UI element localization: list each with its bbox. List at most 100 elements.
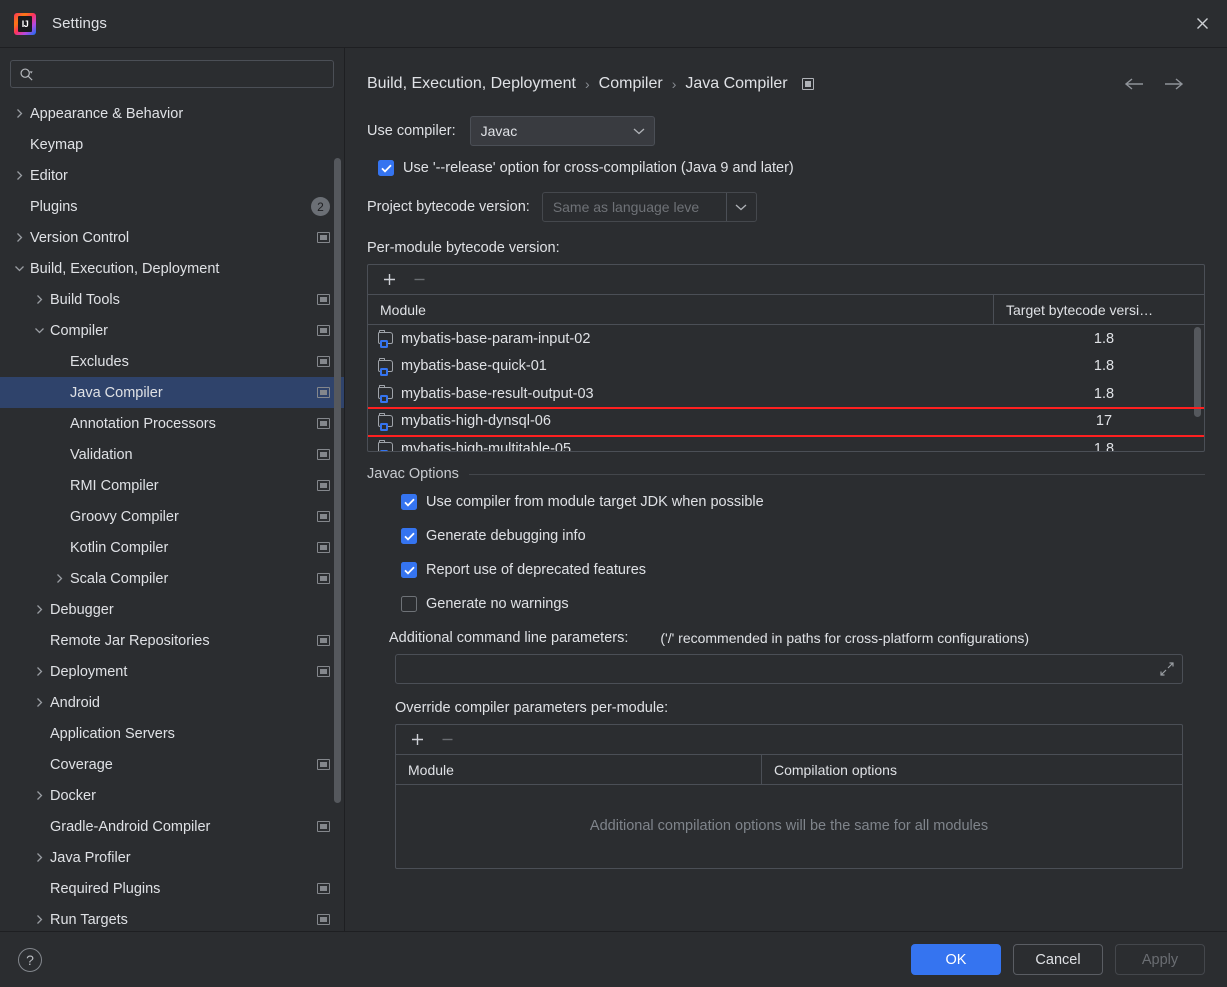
sidebar-item-java-compiler[interactable]: Java Compiler bbox=[0, 377, 344, 408]
chevron-down-icon[interactable] bbox=[28, 325, 50, 336]
use-compiler-label: Use compiler: bbox=[367, 123, 456, 139]
sidebar-item-deployment[interactable]: Deployment bbox=[0, 656, 344, 687]
column-header-compilation-options[interactable]: Compilation options bbox=[762, 762, 1182, 778]
chevron-right-icon[interactable] bbox=[28, 666, 50, 677]
sidebar-item-validation[interactable]: Validation bbox=[0, 439, 344, 470]
sidebar-item-run-targets[interactable]: Run Targets bbox=[0, 904, 344, 931]
per-module-remove-button[interactable] bbox=[406, 268, 432, 292]
sidebar-item-label: Application Servers bbox=[50, 725, 175, 742]
sidebar-item-label: Appearance & Behavior bbox=[30, 105, 184, 122]
table-row[interactable]: mybatis-base-quick-01 1.8 bbox=[368, 353, 1204, 381]
sidebar-item-required-plugins[interactable]: Required Plugins bbox=[0, 873, 344, 904]
sidebar-item-application-servers[interactable]: Application Servers bbox=[0, 718, 344, 749]
chevron-right-icon[interactable] bbox=[28, 294, 50, 305]
override-params-label: Override compiler parameters per-module: bbox=[395, 700, 669, 716]
override-add-button[interactable] bbox=[404, 728, 430, 752]
table-row[interactable]: mybatis-high-multitable-05 1.8 bbox=[368, 435, 1204, 451]
chevron-right-icon[interactable] bbox=[28, 790, 50, 801]
sidebar-item-appearance-behavior[interactable]: Appearance & Behavior bbox=[0, 98, 344, 129]
additional-params-field[interactable] bbox=[395, 654, 1183, 684]
sidebar-item-build-tools[interactable]: Build Tools bbox=[0, 284, 344, 315]
sidebar-item-editor[interactable]: Editor bbox=[0, 160, 344, 191]
chevron-right-icon[interactable] bbox=[28, 697, 50, 708]
chevron-right-icon[interactable] bbox=[28, 914, 50, 925]
intellij-idea-logo-icon: IJ bbox=[14, 12, 36, 35]
sidebar-item-kotlin-compiler[interactable]: Kotlin Compiler bbox=[0, 532, 344, 563]
release-option-checkbox-row[interactable]: Use '--release' option for cross-compila… bbox=[378, 160, 1205, 176]
javac-option-row[interactable]: Use compiler from module target JDK when… bbox=[401, 494, 1205, 510]
javac-option-row[interactable]: Generate no warnings bbox=[401, 596, 1205, 612]
chevron-right-icon[interactable] bbox=[28, 852, 50, 863]
nav-forward-button[interactable] bbox=[1163, 77, 1185, 91]
sidebar-item-version-control[interactable]: Version Control bbox=[0, 222, 344, 253]
javac-option-label: Report use of deprecated features bbox=[426, 562, 647, 578]
breadcrumb-item-2[interactable]: Java Compiler bbox=[685, 75, 787, 93]
table-row[interactable]: mybatis-base-result-output-03 1.8 bbox=[368, 380, 1204, 408]
sidebar-item-scala-compiler[interactable]: Scala Compiler bbox=[0, 563, 344, 594]
additional-params-label: Additional command line parameters: bbox=[389, 630, 629, 646]
sidebar-item-debugger[interactable]: Debugger bbox=[0, 594, 344, 625]
sidebar-item-gradle-android-compiler[interactable]: Gradle-Android Compiler bbox=[0, 811, 344, 842]
use-compiler-select[interactable]: Javac bbox=[469, 116, 655, 146]
sidebar-item-docker[interactable]: Docker bbox=[0, 780, 344, 811]
apply-button[interactable]: Apply bbox=[1115, 944, 1205, 975]
release-option-checkbox[interactable] bbox=[378, 160, 394, 176]
sidebar-item-coverage[interactable]: Coverage bbox=[0, 749, 344, 780]
per-module-scrollbar[interactable] bbox=[1194, 327, 1201, 417]
sidebar-scrollbar[interactable] bbox=[334, 158, 341, 803]
sidebar-item-label: Debugger bbox=[50, 601, 114, 618]
sidebar-item-plugins[interactable]: Plugins 2 bbox=[0, 191, 344, 222]
chevron-right-icon[interactable] bbox=[48, 573, 70, 584]
javac-option-checkbox[interactable] bbox=[401, 562, 417, 578]
chevron-down-icon[interactable] bbox=[8, 263, 30, 274]
override-remove-button[interactable] bbox=[434, 728, 460, 752]
sidebar-item-remote-jar-repositories[interactable]: Remote Jar Repositories bbox=[0, 625, 344, 656]
javac-option-checkbox[interactable] bbox=[401, 596, 417, 612]
project-bytecode-select[interactable]: Same as language leve bbox=[541, 192, 757, 222]
sidebar-item-keymap[interactable]: Keymap bbox=[0, 129, 344, 160]
additional-params-input[interactable] bbox=[406, 661, 1172, 677]
breadcrumb-item-1[interactable]: Compiler bbox=[599, 75, 663, 93]
javac-option-row[interactable]: Report use of deprecated features bbox=[401, 562, 1205, 578]
search-box[interactable] bbox=[10, 60, 334, 88]
sidebar-item-label: Docker bbox=[50, 787, 96, 804]
help-button[interactable]: ? bbox=[18, 947, 42, 972]
sidebar-item-compiler[interactable]: Compiler bbox=[0, 315, 344, 346]
column-header-bytecode[interactable]: Target bytecode versi… bbox=[994, 302, 1204, 318]
javac-option-checkbox[interactable] bbox=[401, 494, 417, 510]
javac-option-row[interactable]: Generate debugging info bbox=[401, 528, 1205, 544]
table-row[interactable]: mybatis-base-param-input-02 1.8 bbox=[368, 325, 1204, 353]
module-bytecode-version-cell: 1.8 bbox=[1093, 330, 1115, 347]
search-input[interactable] bbox=[40, 66, 325, 82]
expand-icon[interactable] bbox=[1160, 662, 1174, 676]
column-header-module[interactable]: Module bbox=[368, 302, 993, 318]
sidebar-item-build-execution-deployment[interactable]: Build, Execution, Deployment bbox=[0, 253, 344, 284]
override-toolbar bbox=[396, 725, 1182, 755]
per-module-add-button[interactable] bbox=[376, 268, 402, 292]
breadcrumb-item-0[interactable]: Build, Execution, Deployment bbox=[367, 75, 576, 93]
sidebar-item-java-profiler[interactable]: Java Profiler bbox=[0, 842, 344, 873]
chevron-right-icon[interactable] bbox=[8, 108, 30, 119]
window-title: Settings bbox=[52, 15, 107, 32]
nav-arrows bbox=[1123, 77, 1205, 91]
nav-back-button[interactable] bbox=[1123, 77, 1145, 91]
sidebar-item-annotation-processors[interactable]: Annotation Processors bbox=[0, 408, 344, 439]
settings-chip-icon bbox=[317, 356, 330, 367]
javac-option-checkbox[interactable] bbox=[401, 528, 417, 544]
chevron-right-icon[interactable] bbox=[8, 170, 30, 181]
cancel-button[interactable]: Cancel bbox=[1013, 944, 1103, 975]
sidebar-item-rmi-compiler[interactable]: RMI Compiler bbox=[0, 470, 344, 501]
ok-button[interactable]: OK bbox=[911, 944, 1001, 975]
sidebar-item-excludes[interactable]: Excludes bbox=[0, 346, 344, 377]
sidebar-item-groovy-compiler[interactable]: Groovy Compiler bbox=[0, 501, 344, 532]
project-bytecode-row: Project bytecode version: Same as langua… bbox=[367, 192, 1205, 222]
table-row[interactable]: mybatis-high-dynsql-06 17 bbox=[368, 408, 1204, 436]
search-wrapper bbox=[0, 48, 344, 96]
chevron-right-icon[interactable] bbox=[8, 232, 30, 243]
column-header-module[interactable]: Module bbox=[396, 762, 761, 778]
search-icon bbox=[19, 67, 34, 82]
chevron-right-icon[interactable] bbox=[28, 604, 50, 615]
sidebar-item-android[interactable]: Android bbox=[0, 687, 344, 718]
close-button[interactable] bbox=[1187, 9, 1217, 39]
settings-chip-icon bbox=[317, 914, 330, 925]
